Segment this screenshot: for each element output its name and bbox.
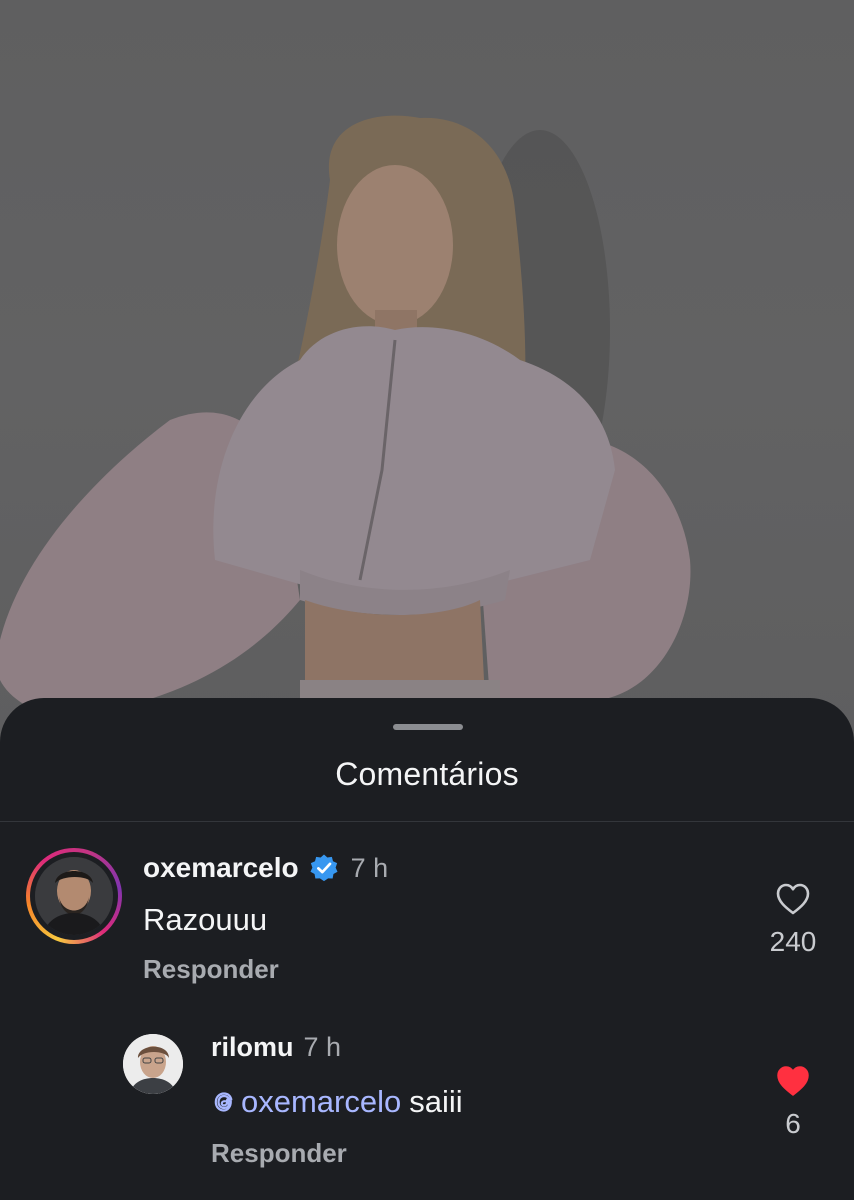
reply-button[interactable]: Responder: [143, 954, 279, 985]
verified-badge-icon: [310, 854, 338, 882]
mention-link[interactable]: oxemarcelo: [241, 1084, 401, 1120]
profile-photo-icon: [123, 1034, 183, 1094]
sheet-divider: [0, 821, 854, 822]
like-count: 240: [769, 926, 817, 957]
comment-text: oxemarcelo saiii: [211, 1084, 463, 1120]
sheet-title: Comentários: [335, 756, 519, 792]
threads-mention-icon: [214, 1092, 233, 1112]
drag-handle[interactable]: [393, 724, 463, 730]
comment-time: 7 h: [350, 852, 389, 883]
username[interactable]: oxemarcelo: [143, 852, 299, 884]
heart-filled-icon[interactable]: [775, 1064, 811, 1098]
comment-time: 7 h: [303, 1032, 342, 1062]
username[interactable]: rilomu: [211, 1032, 294, 1063]
avatar[interactable]: [35, 857, 113, 935]
like-control: 240: [753, 882, 833, 958]
post-photo-background: [0, 0, 854, 760]
like-control: 6: [753, 1064, 833, 1140]
avatar[interactable]: [123, 1034, 183, 1094]
reply-body: saiii: [409, 1084, 463, 1119]
comments-sheet: Comentários oxemarcelo 7 h Razouuu Respo…: [0, 698, 854, 1200]
comment-header: rilomu 7 h: [211, 1032, 341, 1063]
heart-outline-icon[interactable]: [775, 882, 811, 916]
comment-text: Razouuu: [143, 902, 268, 937]
reply-item: rilomu 7 h oxemarcelo saiii Responder 6: [0, 1032, 854, 1184]
profile-photo-icon: [35, 857, 113, 935]
comment-item: oxemarcelo 7 h Razouuu Responder 240: [0, 848, 854, 998]
like-count: 6: [785, 1108, 801, 1139]
comment-header: oxemarcelo 7 h: [143, 852, 388, 884]
story-ring[interactable]: [26, 848, 122, 944]
screen: Comentários oxemarcelo 7 h Razouuu Respo…: [0, 0, 854, 1200]
reply-button[interactable]: Responder: [211, 1138, 347, 1169]
post-photo-illustration: [0, 115, 691, 716]
